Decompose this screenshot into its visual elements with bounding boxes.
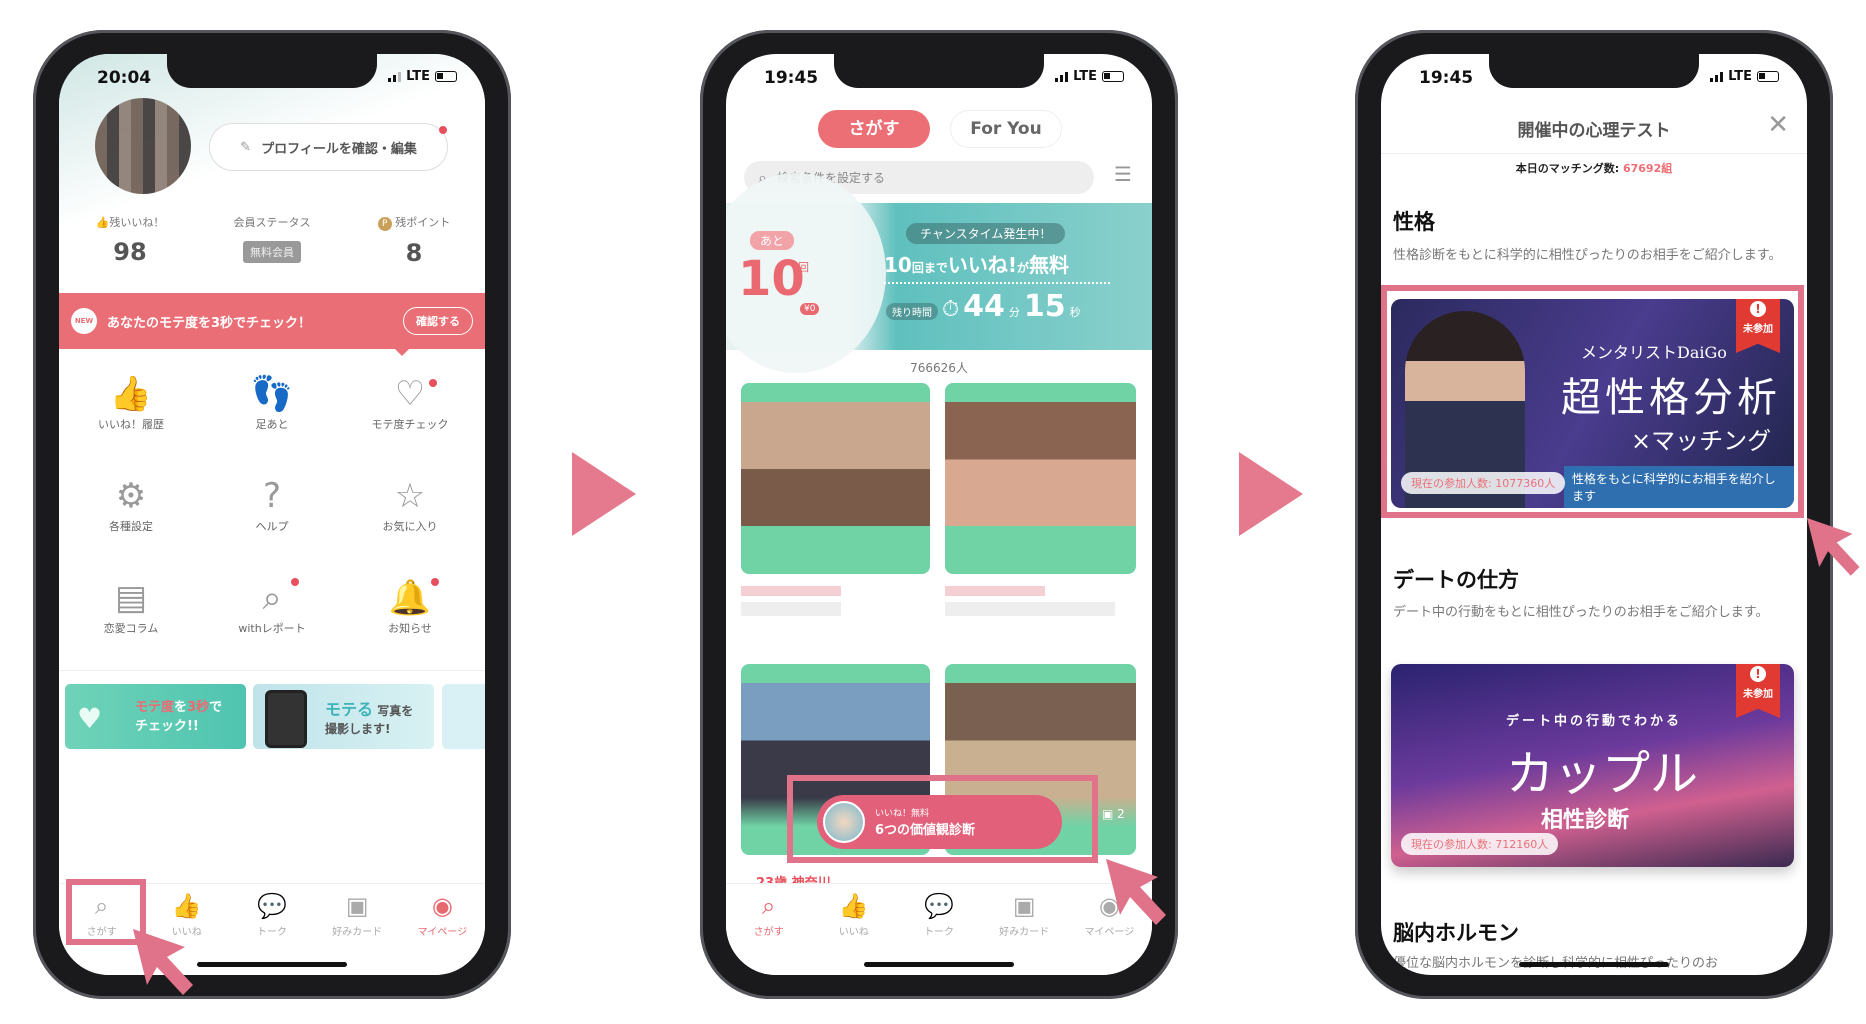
profile-card[interactable] xyxy=(945,383,1136,574)
alert-icon: ! xyxy=(1750,666,1766,682)
menu-mote-check[interactable]: ♡ モテ度チェック xyxy=(350,372,470,432)
section-title: 性格 xyxy=(1393,210,1435,234)
card-heart-icon: ▣ xyxy=(1012,892,1036,920)
timer-minutes: 44 xyxy=(963,289,1005,324)
highlight-personality-banner xyxy=(1381,285,1804,518)
participant-count: 現在の参加人数: 712160人 xyxy=(1401,833,1559,855)
menu-help[interactable]: ? ヘルプ xyxy=(212,474,332,534)
tab-mypage[interactable]: ◉ マイページ xyxy=(407,892,477,975)
thumbs-up-icon: 👍 xyxy=(838,892,869,920)
member-status-badge: 無料会員 xyxy=(243,241,301,263)
promo-photo[interactable]: モテる 写真を 撮影します! xyxy=(253,684,434,749)
gear-icon: ⚙ xyxy=(115,476,147,516)
pencil-icon: ✎ xyxy=(240,139,252,155)
menu-with-report[interactable]: ⌕ withレポート xyxy=(212,576,332,636)
newspaper-icon: ▤ xyxy=(114,578,148,618)
profile-card[interactable] xyxy=(741,383,930,574)
phone-photo-icon xyxy=(265,690,307,748)
pointer-arrow-icon xyxy=(1807,518,1860,576)
thumbs-up-icon: 👍 xyxy=(109,374,153,414)
timer-seconds: 15 xyxy=(1023,289,1066,324)
result-count: 766626人 xyxy=(910,361,968,375)
heart-pulse-icon: ♡ xyxy=(394,374,426,414)
home-indicator xyxy=(1519,962,1669,967)
bell-icon: 🔔 xyxy=(388,578,432,618)
chance-time-banner[interactable]: あと 10 回 ¥0 チャンスタイム発生中！ 10回までいいね!が無料 残り時間… xyxy=(726,173,1152,373)
status-bar: LTE xyxy=(388,69,457,84)
user-icon: ◉ xyxy=(431,892,453,920)
menu-favorites[interactable]: ☆ お気に入り xyxy=(350,474,470,534)
stats-row: 👍残いいね！ 98 会員ステータス 無料会員 P 残ポイント 8 xyxy=(59,214,485,267)
star-icon: ☆ xyxy=(394,476,426,516)
remaining-count: 10 xyxy=(738,251,805,307)
thumbs-up-icon: 👍 xyxy=(171,892,202,920)
section-description: 性格診断をもとに科学的に相性ぴったりのお相手をご紹介します。 xyxy=(1393,248,1782,263)
section-title: 脳内ホルモン xyxy=(1393,921,1519,945)
matching-count: 本日のマッチング数: 67692組 xyxy=(1515,162,1673,175)
section-title: デートの仕方 xyxy=(1393,568,1519,592)
edit-profile-button[interactable]: ✎ プロフィールを確認・編集 xyxy=(209,123,448,171)
confirm-button[interactable]: 確認する xyxy=(403,307,473,335)
chat-icon: 💬 xyxy=(257,892,287,920)
points-remaining: 8 xyxy=(405,239,423,267)
footprints-icon: 👣 xyxy=(250,374,294,414)
status-bar: LTE xyxy=(1055,69,1124,84)
not-joined-badge: ! 未参加 xyxy=(1736,664,1780,718)
search-icon: ⌕ xyxy=(761,892,776,920)
menu-footprints[interactable]: 👣 足あと xyxy=(212,372,332,432)
photo-count: ▣ 2 xyxy=(1102,807,1125,821)
promo-partial[interactable] xyxy=(442,684,485,749)
report-icon: ⌕ xyxy=(262,578,282,618)
new-badge: NEW xyxy=(71,308,97,334)
step-arrow-icon xyxy=(1239,452,1303,536)
pointer-arrow-icon xyxy=(1106,859,1166,925)
status-time: 19:45 xyxy=(1419,68,1474,88)
menu-notifications[interactable]: 🔔 お知らせ xyxy=(350,576,470,636)
home-indicator xyxy=(197,962,347,967)
status-time: 20:04 xyxy=(97,68,152,88)
help-icon: ? xyxy=(262,476,282,516)
mypage-screen: 20:04 LTE ✎ プロフィールを確認・編集 👍残いいね！ 98 会員ステータス… xyxy=(59,54,485,975)
mote-check-banner[interactable]: NEW あなたのモテ度を3秒でチェック！ 確認する xyxy=(59,293,485,349)
thumbs-up-icon: 👍 xyxy=(95,216,110,229)
heart-search-icon: ♥ xyxy=(77,702,103,735)
promo-mote-check[interactable]: ♥ モテ度を3秒で チェック!! xyxy=(65,684,246,749)
menu-love-column[interactable]: ▤ 恋愛コラム xyxy=(71,576,191,636)
chat-icon: 💬 xyxy=(924,892,954,920)
tab-for-you[interactable]: For You xyxy=(950,110,1062,148)
step-arrow-icon xyxy=(572,452,636,536)
date-test-banner[interactable]: デート中の行動でわかる カップル 相性診断 現在の参加人数: 712160人 !… xyxy=(1391,664,1794,867)
point-icon: P xyxy=(377,217,392,231)
status-bar: LTE xyxy=(1710,69,1779,84)
tab-sagasu[interactable]: さがす xyxy=(818,110,930,148)
section-description: デート中の行動をもとに相性ぴったりのお相手をご紹介します。 xyxy=(1393,605,1769,620)
highlight-popup xyxy=(787,775,1098,863)
likes-remaining: 98 xyxy=(113,238,147,266)
stopwatch-icon: ⏱ xyxy=(942,297,960,322)
avatar[interactable] xyxy=(95,98,191,194)
tab-search[interactable]: ⌕ さがす xyxy=(734,892,804,975)
phone-1: 20:04 LTE ✎ プロフィールを確認・編集 👍残いいね！ 98 会員ステータス… xyxy=(33,30,511,999)
pointer-arrow-icon xyxy=(133,929,193,995)
card-heart-icon: ▣ xyxy=(345,892,369,920)
menu-settings[interactable]: ⚙ 各種設定 xyxy=(71,474,191,534)
status-time: 19:45 xyxy=(764,68,819,88)
menu-like-history[interactable]: 👍 いいね！履歴 xyxy=(71,372,191,432)
filter-icon[interactable]: ☰ xyxy=(1114,162,1132,186)
close-icon[interactable]: ✕ xyxy=(1767,110,1789,140)
page-title: 開催中の心理テスト xyxy=(1517,121,1671,141)
home-indicator xyxy=(864,962,1014,967)
